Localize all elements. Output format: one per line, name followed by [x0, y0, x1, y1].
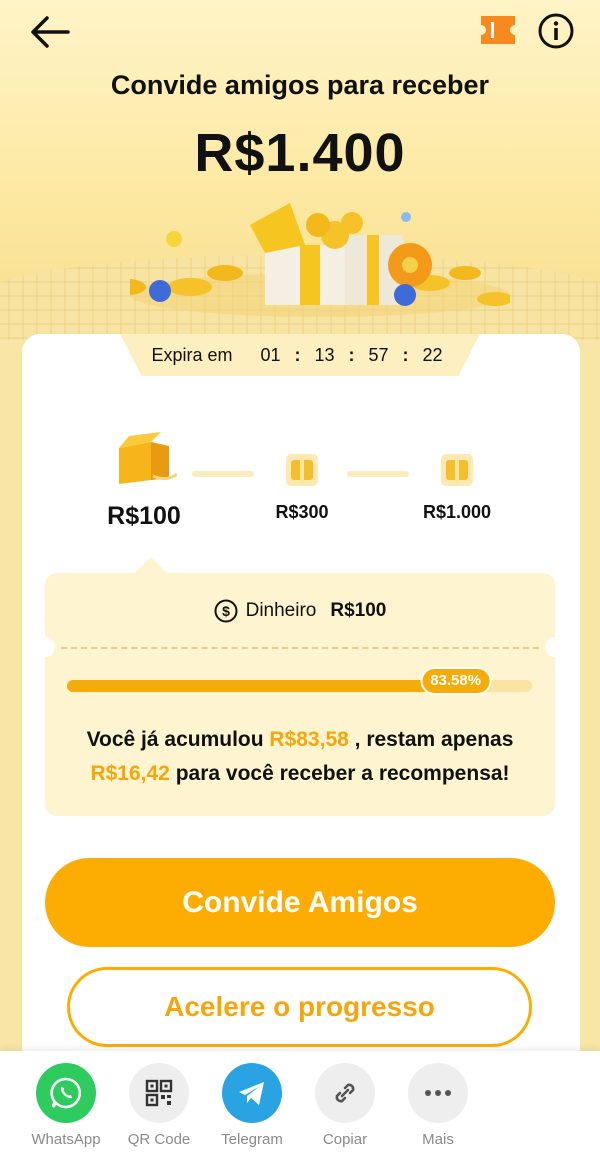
share-telegram[interactable]: Telegram	[205, 1063, 299, 1148]
countdown-timer: Expira em 01 : 13 : 57 : 22	[120, 334, 480, 376]
link-icon	[315, 1063, 375, 1123]
countdown-minutes: 57	[368, 344, 389, 365]
panel-pointer	[135, 557, 167, 573]
more-icon	[408, 1063, 468, 1123]
cash-value: R$100	[330, 600, 387, 621]
arrow-left-icon	[31, 16, 70, 48]
ticket-notch-right	[545, 637, 565, 657]
reward-progress-panel: $ Dinheiro R$100 83.58% Você já acumulou…	[35, 557, 565, 816]
dashed-divider	[61, 647, 539, 649]
cash-label: Dinheiro	[245, 600, 317, 621]
progress-message: Você já acumulou R$83,58 , restam apenas…	[55, 723, 545, 791]
milestone-1[interactable]: R$100	[84, 430, 204, 531]
telegram-icon	[222, 1063, 282, 1123]
gift-box-illustration	[130, 203, 510, 317]
countdown-seconds: 22	[422, 344, 443, 365]
countdown-hours: 13	[314, 344, 335, 365]
milestone-label: R$100	[107, 502, 181, 530]
share-whatsapp[interactable]: WhatsApp	[19, 1063, 113, 1148]
countdown-label: Expira em	[151, 344, 233, 365]
message-text: para você receber a recompensa!	[169, 762, 510, 785]
dollar-coin-icon: $	[214, 599, 238, 623]
message-text: , restam apenas	[348, 728, 514, 751]
countdown-separator: :	[294, 344, 301, 365]
share-label: WhatsApp	[31, 1131, 101, 1148]
ticket-notch-left	[35, 637, 55, 657]
remaining-amount: R$16,42	[90, 762, 170, 785]
milestone-track: R$100 R$300 R$1.000	[22, 420, 580, 540]
progress-bar: 83.58%	[67, 667, 532, 695]
countdown-separator: :	[402, 344, 409, 365]
info-icon	[538, 13, 574, 49]
milestone-label: R$1.000	[422, 502, 492, 522]
share-label: Mais	[422, 1131, 454, 1148]
share-label: Telegram	[221, 1131, 283, 1148]
share-copy-link[interactable]: Copiar	[298, 1063, 392, 1148]
milestone-3[interactable]: R$1.000	[397, 446, 517, 523]
open-box-icon	[119, 432, 177, 484]
share-more[interactable]: Mais	[391, 1063, 485, 1148]
info-button[interactable]	[537, 12, 575, 50]
share-qr-code[interactable]: QR Code	[112, 1063, 206, 1148]
message-text: Você já acumulou	[86, 728, 270, 751]
countdown-separator: :	[348, 344, 355, 365]
milestone-label: R$300	[275, 502, 329, 522]
whatsapp-icon	[36, 1063, 96, 1123]
total-reward-amount: R$1.400	[194, 123, 406, 183]
invite-friends-button[interactable]: Convide Amigos	[45, 858, 555, 947]
coupon-button[interactable]	[478, 14, 518, 46]
accelerate-progress-button[interactable]: Acelere o progresso	[67, 967, 532, 1047]
svg-text:$: $	[222, 603, 230, 619]
qr-code-icon	[129, 1063, 189, 1123]
ticket-icon	[481, 16, 515, 44]
gift-box-icon	[286, 454, 318, 486]
accumulated-amount: R$83,58	[269, 728, 349, 751]
progress-badge: 83.58%	[420, 667, 492, 695]
milestone-2[interactable]: R$300	[242, 446, 362, 523]
progress-fill	[67, 680, 456, 692]
share-bar: WhatsApp QR Code Telegram Copiar Mais	[0, 1051, 600, 1158]
cash-reward-row: $ Dinheiro R$100	[45, 599, 555, 623]
back-button[interactable]	[28, 10, 72, 54]
gift-box-icon	[441, 454, 473, 486]
share-label: Copiar	[322, 1131, 368, 1148]
page-title: Convide amigos para receber	[110, 70, 490, 100]
share-label: QR Code	[127, 1131, 191, 1148]
countdown-days: 01	[260, 344, 281, 365]
